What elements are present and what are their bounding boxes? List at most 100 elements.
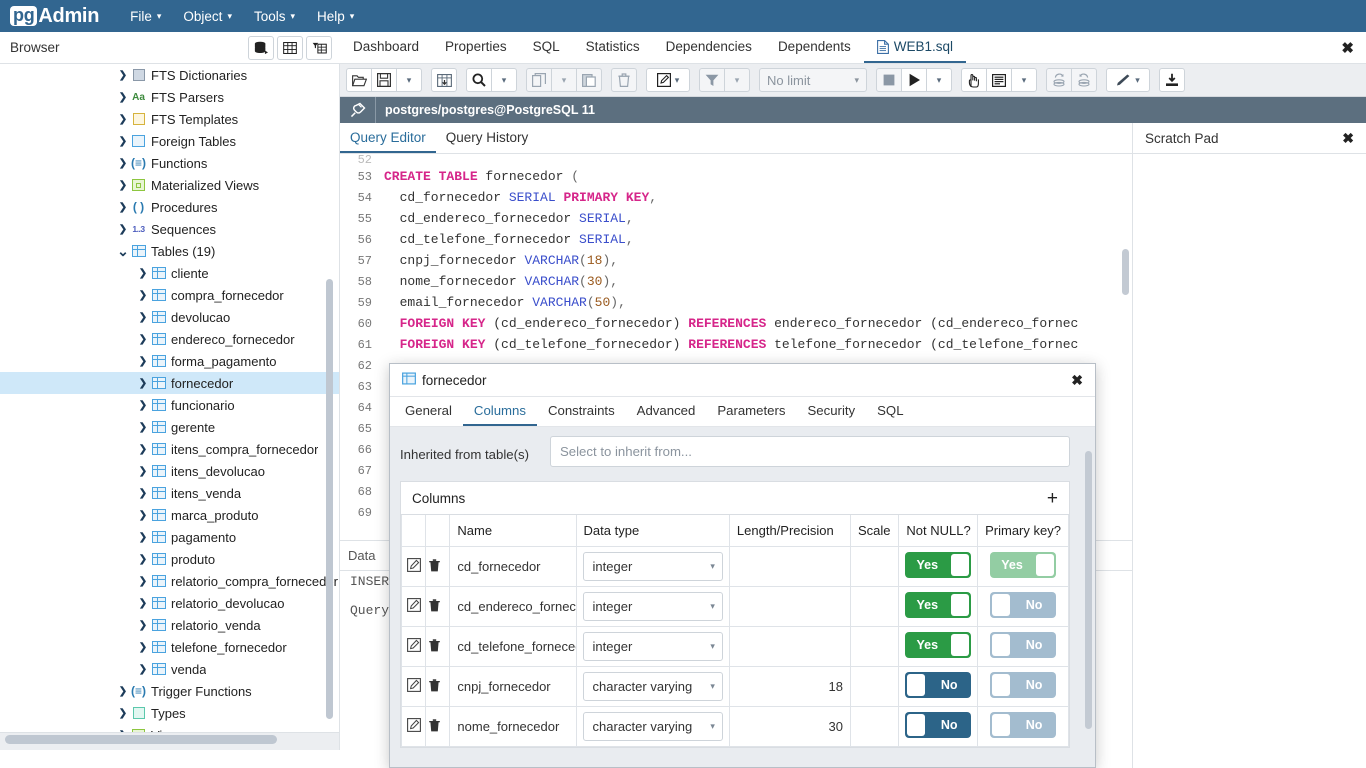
copy-dropdown-caret[interactable]: ▾ [551, 68, 577, 92]
stop-icon[interactable] [876, 68, 902, 92]
close-icon[interactable]: ✖ [1341, 39, 1354, 57]
chevron-right-icon[interactable]: ❯ [116, 686, 130, 697]
tree-item-gerente[interactable]: ❯ gerente [0, 416, 339, 438]
length-precision-cell[interactable]: 18 [728, 666, 851, 707]
chevron-right-icon[interactable]: ❯ [116, 136, 130, 147]
column-name-cell[interactable]: cd_fornecedor [449, 546, 577, 587]
primary-key-toggle[interactable]: No [990, 632, 1057, 658]
tree-item-types[interactable]: ❯ Types [0, 702, 339, 724]
delete-icon[interactable] [611, 68, 637, 92]
dialog-vertical-scrollbar[interactable] [1085, 451, 1092, 729]
editor-tabstrip[interactable]: Query Editor Query History [340, 123, 1132, 154]
chevron-right-icon[interactable]: ❯ [136, 290, 150, 301]
main-tabstrip[interactable]: Dashboard Properties SQL Statistics Depe… [340, 32, 1366, 64]
chevron-right-icon[interactable]: ❯ [136, 444, 150, 455]
tree-item-cliente[interactable]: ❯ cliente [0, 262, 339, 284]
browser-tree-panel[interactable]: ❯ FTS Dictionaries ❯ Aa FTS Parsers ❯ FTS Temp… [0, 64, 340, 750]
edit-icon[interactable] [407, 718, 421, 732]
edit-row-cell[interactable] [400, 586, 427, 627]
tab-dependencies[interactable]: Dependencies [653, 34, 765, 63]
length-precision-cell[interactable] [728, 586, 851, 627]
column-name-cell[interactable]: cd_telefone_fornecedor [449, 626, 577, 667]
column-name-cell[interactable]: cnpj_fornecedor [449, 666, 577, 707]
not-null-toggle[interactable]: Yes [905, 552, 972, 578]
not-null-cell[interactable]: Yes [898, 546, 979, 587]
edit-icon[interactable] [407, 638, 421, 652]
filter-icon[interactable] [699, 68, 725, 92]
tree-item-endereco-fornecedor[interactable]: ❯ endereco_fornecedor [0, 328, 339, 350]
tree-item-telefone-fornecedor[interactable]: ❯ telefone_fornecedor [0, 636, 339, 658]
tree-item-funcionario[interactable]: ❯ funcionario [0, 394, 339, 416]
dialog-tab-sql[interactable]: SQL [866, 400, 914, 426]
row-limit-select[interactable]: No limit ▾ [759, 68, 867, 92]
chevron-right-icon[interactable]: ❯ [136, 312, 150, 323]
edit-icon[interactable] [407, 678, 421, 692]
column-name-cell[interactable]: nome_fornecedor [449, 706, 577, 747]
macro-icon[interactable]: ▾ [1106, 68, 1150, 92]
tab-web1-sql[interactable]: WEB1.sql [863, 34, 967, 63]
delete-row-cell[interactable] [425, 666, 451, 707]
length-precision-cell[interactable] [728, 546, 851, 587]
tree-item-itens-venda[interactable]: ❯ itens_venda [0, 482, 339, 504]
primary-key-cell[interactable]: No [977, 706, 1069, 747]
paste-icon[interactable] [576, 68, 602, 92]
data-type-select[interactable]: integer ▾ [582, 592, 723, 621]
tree-item-marca-produto[interactable]: ❯ marca_produto [0, 504, 339, 526]
tree-item-fts-dictionaries[interactable]: ❯ FTS Dictionaries [0, 64, 339, 86]
chevron-right-icon[interactable]: ❯ [136, 400, 150, 411]
browser-tree[interactable]: ❯ FTS Dictionaries ❯ Aa FTS Parsers ❯ FTS Temp… [0, 64, 339, 746]
scale-cell[interactable] [849, 586, 900, 627]
close-icon[interactable]: ✖ [1342, 130, 1354, 147]
chevron-right-icon[interactable]: ❯ [136, 664, 150, 675]
scale-cell[interactable] [849, 546, 900, 587]
table-row[interactable]: cnpj_fornecedor character varying ▾ 18 No No [400, 666, 1069, 707]
trash-icon[interactable] [429, 678, 441, 692]
chevron-right-icon[interactable]: ❯ [136, 378, 150, 389]
data-type-select[interactable]: character varying ▾ [582, 712, 723, 741]
dialog-tab-columns[interactable]: Columns [462, 400, 537, 426]
dialog-tabstrip[interactable]: General Columns Constraints Advanced Par… [390, 397, 1095, 427]
chevron-right-icon[interactable]: ❯ [136, 488, 150, 499]
chevron-right-icon[interactable]: ❯ [136, 576, 150, 587]
table-row[interactable]: cd_fornecedor integer ▾ Yes Yes [400, 546, 1069, 587]
tree-item-tables-19[interactable]: ⌄ Tables (19) [0, 240, 339, 262]
chevron-right-icon[interactable]: ❯ [116, 180, 130, 191]
chevron-right-icon[interactable]: ❯ [136, 466, 150, 477]
rollback-icon[interactable] [1071, 68, 1097, 92]
trash-icon[interactable] [429, 718, 441, 732]
menu-help[interactable]: Help ▾ [308, 5, 363, 28]
copy-icon[interactable] [526, 68, 552, 92]
data-type-cell[interactable]: character varying ▾ [575, 706, 730, 747]
chevron-right-icon[interactable]: ❯ [116, 92, 130, 103]
edit-row-cell[interactable] [400, 546, 427, 587]
code-line[interactable]: nome_fornecedor VARCHAR(30), [384, 271, 1132, 292]
scale-cell[interactable] [849, 626, 900, 667]
tab-query-history[interactable]: Query History [436, 126, 539, 153]
delete-row-cell[interactable] [425, 626, 451, 667]
chevron-right-icon[interactable]: ❯ [136, 356, 150, 367]
code-line[interactable]: cd_telefone_fornecedor SERIAL, [384, 229, 1132, 250]
chevron-right-icon[interactable]: ❯ [136, 554, 150, 565]
tree-item-foreign-tables[interactable]: ❯ Foreign Tables [0, 130, 339, 152]
not-null-toggle[interactable]: Yes [905, 592, 972, 618]
chevron-right-icon[interactable]: ❯ [116, 202, 130, 213]
table-row[interactable]: cd_endereco_fornecedor integer ▾ Yes No [400, 586, 1069, 627]
primary-key-cell[interactable]: No [977, 626, 1069, 667]
trash-icon[interactable] [429, 558, 441, 572]
tree-item-produto[interactable]: ❯ produto [0, 548, 339, 570]
edit-row-cell[interactable] [400, 626, 427, 667]
chevron-down-icon[interactable]: ⌄ [116, 244, 130, 258]
tree-item-functions[interactable]: ❯ (≡) Functions [0, 152, 339, 174]
data-type-select[interactable]: character varying ▾ [582, 672, 723, 701]
edit-icon[interactable] [407, 598, 421, 612]
results-tab-data-output[interactable]: Data [348, 548, 375, 563]
tab-dependents[interactable]: Dependents [765, 34, 864, 63]
chevron-right-icon[interactable]: ❯ [136, 510, 150, 521]
tree-item-procedures[interactable]: ❯( ) Procedures [0, 196, 339, 218]
data-type-cell[interactable]: integer ▾ [575, 586, 730, 627]
primary-key-cell[interactable]: Yes [977, 546, 1069, 587]
delete-row-cell[interactable] [425, 586, 451, 627]
explain-hand-icon[interactable] [961, 68, 987, 92]
server-icon[interactable] [248, 35, 274, 60]
table-row[interactable]: cd_telefone_fornecedor integer ▾ Yes No [400, 626, 1069, 667]
